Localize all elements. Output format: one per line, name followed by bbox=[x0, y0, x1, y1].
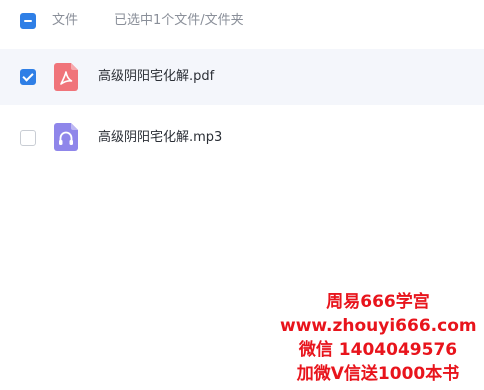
select-all-checkbox[interactable] bbox=[20, 13, 36, 29]
selection-status: 已选中1个文件/文件夹 bbox=[114, 13, 244, 28]
file-list-header: 文件 已选中1个文件/文件夹 bbox=[0, 0, 484, 44]
column-header-file[interactable]: 文件 bbox=[52, 12, 78, 30]
watermark-line: 微信 1404049576 bbox=[298, 340, 458, 360]
row-checkbox[interactable] bbox=[20, 130, 36, 146]
watermark: 周易666学宫 www.zhouyi666.com 微信 1404049576 … bbox=[280, 290, 477, 386]
watermark-line: www.zhouyi666.com bbox=[280, 316, 477, 336]
file-name[interactable]: 高级阴阳宅化解.pdf bbox=[98, 68, 214, 86]
watermark-line: 周易666学宫 bbox=[326, 292, 430, 312]
file-name[interactable]: 高级阴阳宅化解.mp3 bbox=[98, 129, 222, 147]
file-row-mp3[interactable]: 高级阴阳宅化解.mp3 bbox=[0, 110, 484, 166]
watermark-line: 加微V信送1000本书 bbox=[296, 364, 460, 384]
pdf-file-icon bbox=[54, 63, 78, 91]
audio-file-icon bbox=[54, 123, 78, 151]
row-checkbox[interactable] bbox=[20, 69, 36, 85]
file-row-pdf[interactable]: 高级阴阳宅化解.pdf bbox=[0, 49, 484, 105]
